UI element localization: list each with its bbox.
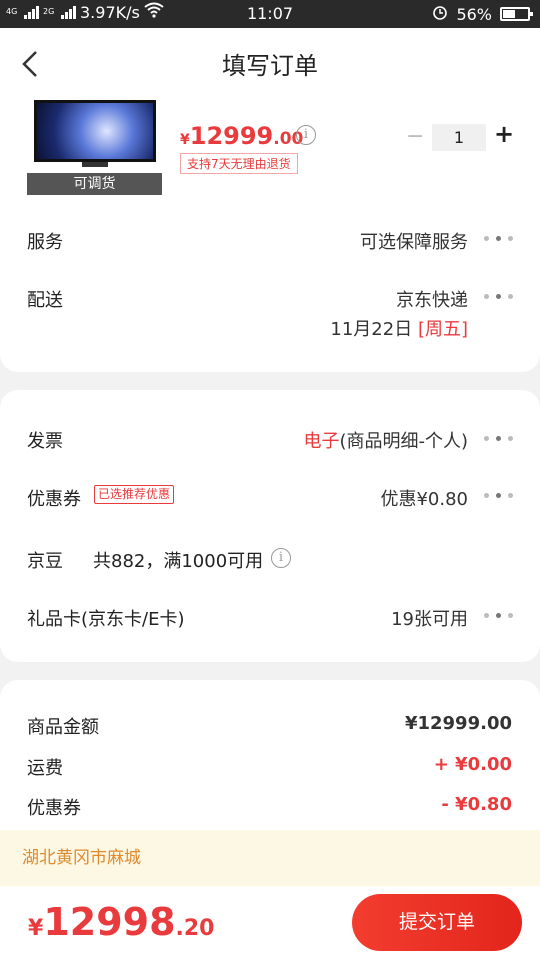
delivery-carrier: 京东快递	[396, 290, 468, 311]
battery-percent: 56%	[456, 4, 492, 24]
jingdou-label: 京豆	[27, 551, 63, 572]
service-label: 服务	[27, 232, 63, 253]
header: 填写订单	[0, 28, 540, 98]
delivery-label: 配送	[27, 290, 63, 311]
summary-value: + ¥0.00	[433, 754, 512, 775]
jingdou-value: 共882，满1000可用	[93, 551, 264, 572]
jingdou-info-icon[interactable]: i	[271, 548, 291, 568]
product-image[interactable]	[34, 100, 156, 167]
submit-order-button[interactable]: 提交订单	[352, 894, 522, 951]
stock-tag: 可调货	[27, 173, 162, 195]
more-icon	[484, 491, 514, 499]
return-policy-tag: 支持7天无理由退货	[180, 153, 298, 174]
price-info-icon[interactable]: i	[296, 125, 316, 145]
bottom-bar: ¥12998.20 提交订单	[0, 886, 540, 960]
summary-label: 商品金额	[27, 717, 99, 738]
quantity-input[interactable]: 1	[432, 124, 486, 151]
more-icon	[484, 434, 514, 442]
product-price: ¥12999.00	[180, 122, 304, 150]
battery-icon	[500, 7, 533, 21]
address-bar[interactable]: 湖北黄冈市麻城	[0, 830, 540, 886]
coupon-label: 优惠券	[27, 489, 81, 510]
order-total: ¥12998.20	[28, 900, 215, 944]
service-value: 可选保障服务	[360, 232, 468, 253]
page-title: 填写订单	[222, 52, 318, 80]
coupon-value: 优惠¥0.80	[380, 489, 468, 510]
giftcard-value: 19张可用	[391, 609, 468, 630]
invoice-label: 发票	[27, 431, 63, 452]
more-icon	[484, 234, 514, 242]
coupon-recommend-tag: 已选推荐优惠	[94, 485, 175, 504]
quantity-plus-button[interactable]: +	[494, 120, 514, 148]
status-bar: 4G 2G 3.97K/s 11:07 56%	[0, 0, 540, 28]
summary-value: - ¥0.80	[441, 794, 512, 815]
more-icon	[484, 292, 514, 300]
delivery-date: 11月22日 [周五]	[330, 319, 468, 340]
more-icon	[484, 611, 514, 619]
giftcard-label: 礼品卡(京东卡/E卡)	[27, 609, 185, 630]
summary-label: 运费	[27, 758, 63, 779]
alarm-icon	[432, 4, 448, 24]
invoice-value: 电子(商品明细-个人)	[303, 431, 468, 452]
summary-value: ¥12999.00	[404, 713, 512, 734]
quantity-minus-button[interactable]: −	[406, 124, 424, 149]
summary-label: 优惠券	[27, 798, 81, 819]
